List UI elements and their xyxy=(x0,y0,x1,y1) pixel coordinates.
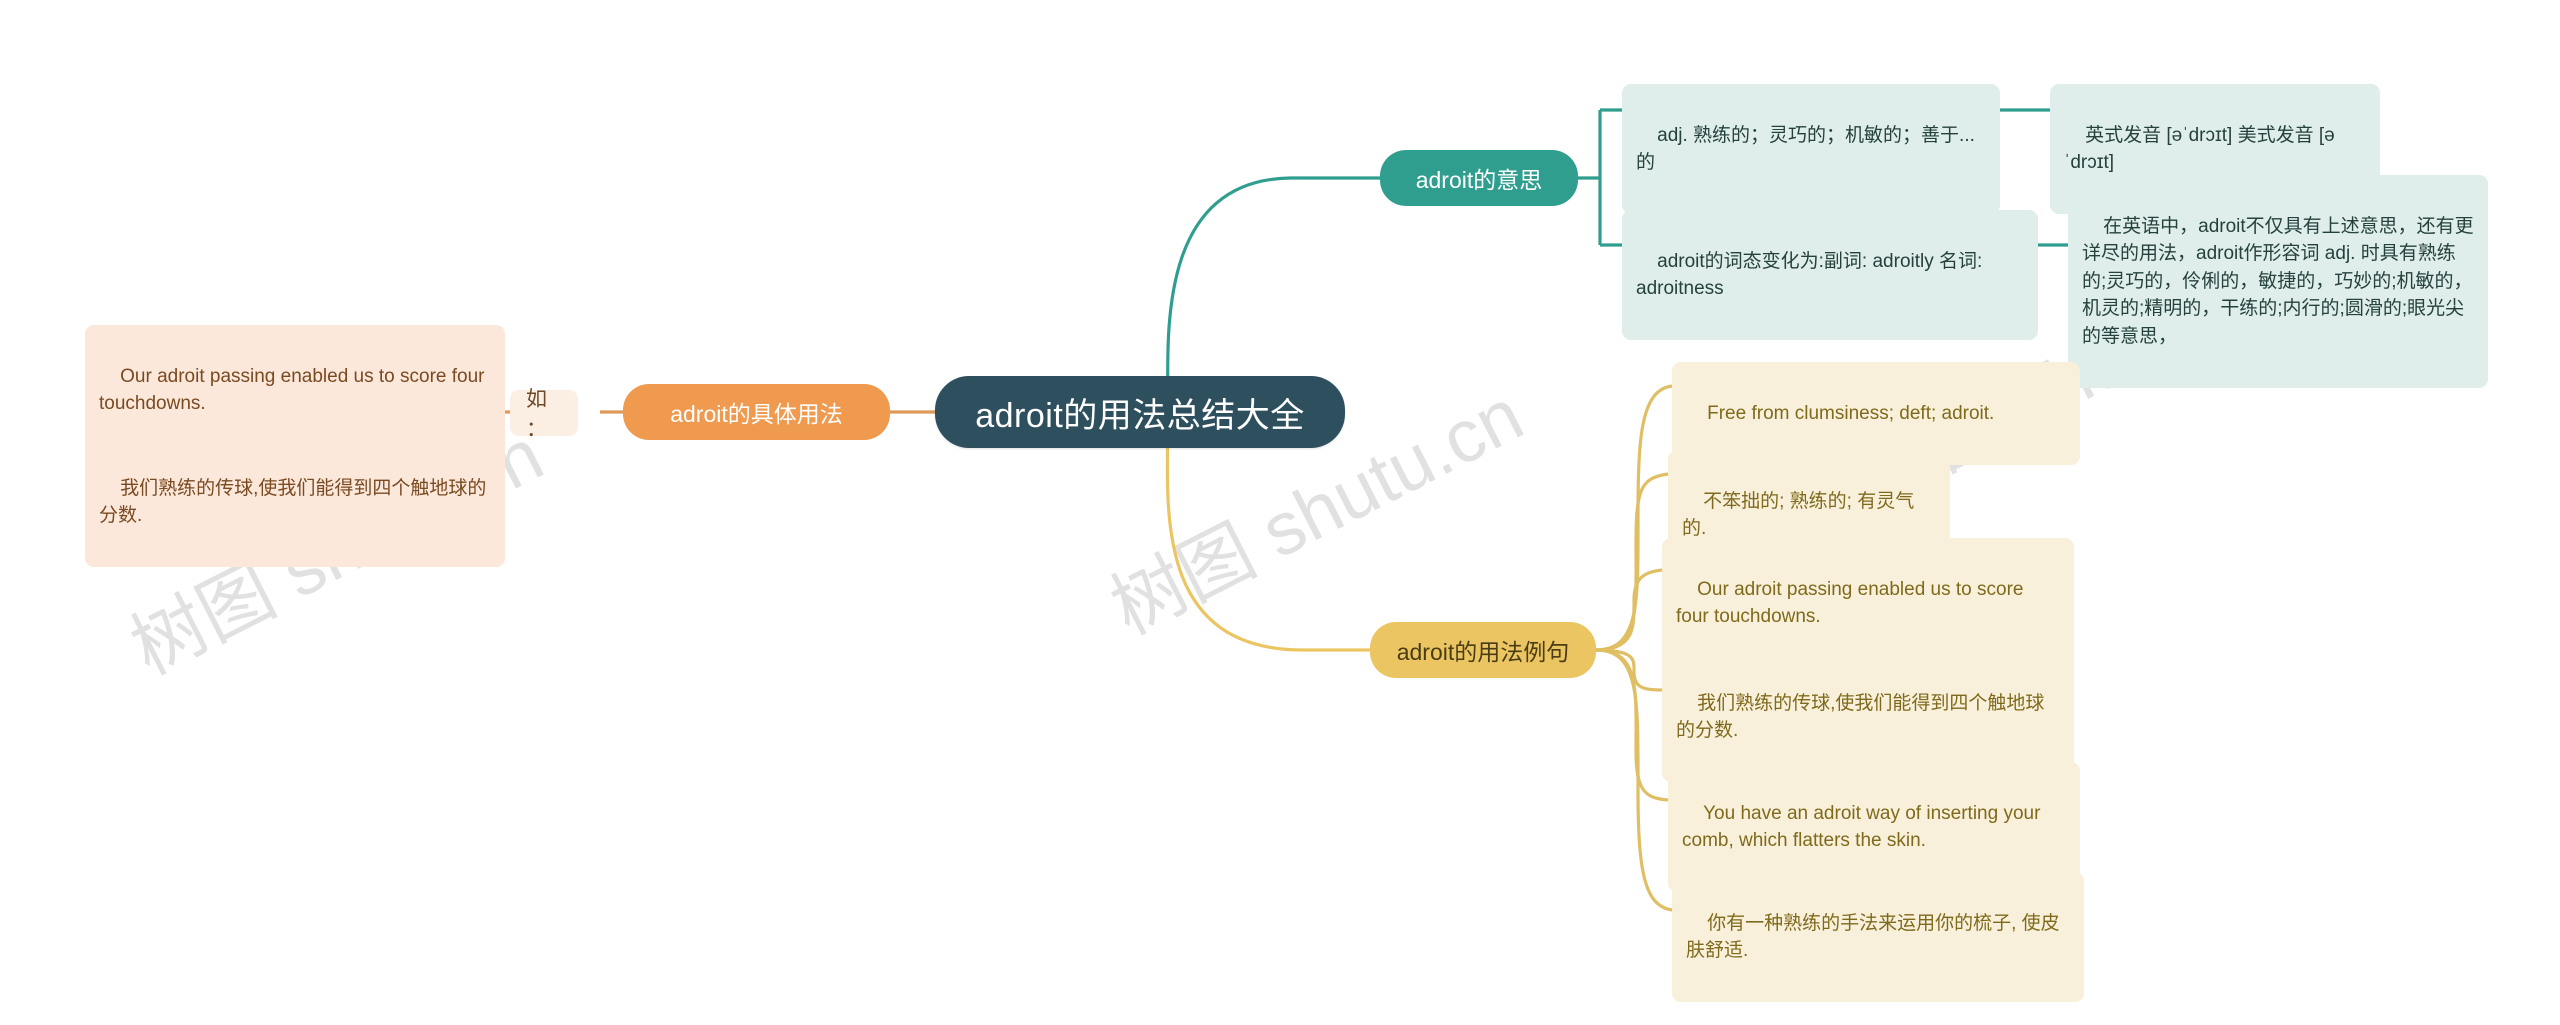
leaf-example-4-text: 我们熟练的传球,使我们能得到四个触地球的分数. xyxy=(1676,692,2045,742)
leaf-morphology-text: adroit的词态变化为:副词: adroitly 名词: adroitness xyxy=(1636,250,1988,300)
leaf-meaning-definition-text: adj. 熟练的；灵巧的；机敏的；善于...的 xyxy=(1636,124,1975,174)
leaf-example-1-text: Free from clumsiness; deft; adroit. xyxy=(1707,402,1995,424)
leaf-pronunciation-text: 英式发音 [əˈdrɔɪt] 美式发音 [əˈdrɔɪt] xyxy=(2064,124,2335,174)
mindmap-canvas: 树图 shutu.cn 树图 shutu.cn 树图 shutu.cn xyxy=(0,0,2560,1025)
leaf-example-6[interactable]: 你有一种熟练的手法来运用你的梳子, 使皮肤舒适. xyxy=(1672,872,2084,1003)
leaf-usage-example-en[interactable]: Our adroit passing enabled us to score f… xyxy=(85,325,505,456)
edge-examples-to-ex3 xyxy=(1595,568,1663,652)
root-label: adroit的用法总结大全 xyxy=(975,396,1305,435)
leaf-meaning-definition[interactable]: adj. 熟练的；灵巧的；机敏的；善于...的 xyxy=(1622,84,2000,215)
leaf-usage-example-zh-text: 我们熟练的传球,使我们能得到四个触地球的分数. xyxy=(99,477,487,527)
leaf-usage-example-zh[interactable]: 我们熟练的传球,使我们能得到四个触地球的分数. xyxy=(85,437,505,568)
leaf-detailed-explanation[interactable]: 在英语中，adroit不仅具有上述意思，还有更详尽的用法，adroit作形容词 … xyxy=(2068,175,2488,388)
branch-usage-label: adroit的具体用法 xyxy=(670,401,843,427)
leaf-detailed-explanation-text: 在英语中，adroit不仅具有上述意思，还有更详尽的用法，adroit作形容词 … xyxy=(2082,215,2474,347)
edge-examples-to-ex6 xyxy=(1595,648,1673,912)
leaf-morphology[interactable]: adroit的词态变化为:副词: adroitly 名词: adroitness xyxy=(1622,210,2038,341)
branch-node-meaning[interactable]: adroit的意思 xyxy=(1380,150,1578,206)
root-node[interactable]: adroit的用法总结大全 xyxy=(935,376,1345,448)
edge-examples-to-ex1 xyxy=(1595,384,1673,652)
leaf-example-5-text: You have an adroit way of inserting your… xyxy=(1682,802,2046,852)
usage-tag-label: 如： xyxy=(526,388,547,441)
leaf-example-3[interactable]: Our adroit passing enabled us to score f… xyxy=(1662,538,2074,669)
branch-meaning-label: adroit的意思 xyxy=(1415,167,1543,193)
edge-examples-to-ex5 xyxy=(1595,648,1669,802)
edge-examples-to-ex2 xyxy=(1595,472,1669,652)
leaf-usage-example-en-text: Our adroit passing enabled us to score f… xyxy=(99,365,490,415)
edge-examples-to-ex4 xyxy=(1595,648,1663,692)
leaf-example-6-text: 你有一种熟练的手法来运用你的梳子, 使皮肤舒适. xyxy=(1686,912,2060,962)
leaf-example-3-text: Our adroit passing enabled us to score f… xyxy=(1676,578,2029,628)
usage-tag-box[interactable]: 如： xyxy=(510,388,578,441)
branch-node-examples[interactable]: adroit的用法例句 xyxy=(1370,622,1596,678)
branch-node-usage[interactable]: adroit的具体用法 xyxy=(623,384,890,440)
leaf-example-2-text: 不笨拙的; 熟练的; 有灵气的. xyxy=(1682,490,1915,540)
branch-examples-label: adroit的用法例句 xyxy=(1396,639,1570,665)
